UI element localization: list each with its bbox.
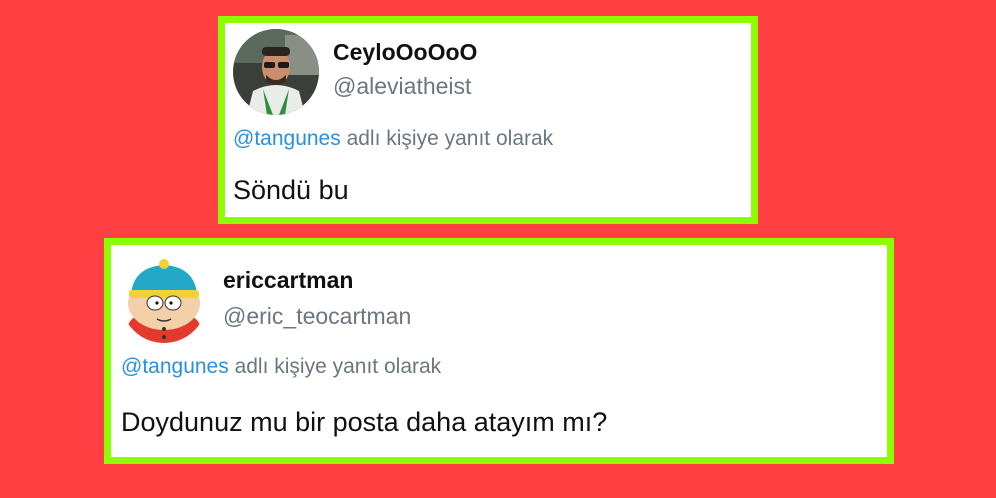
user-handle[interactable]: @eric_teocartman <box>223 303 411 330</box>
user-handle[interactable]: @aleviatheist <box>333 73 471 100</box>
reply-context-text: adlı kişiye yanıt olarak <box>340 127 554 150</box>
display-name[interactable]: CeyloOoOoO <box>333 39 477 66</box>
avatar-cartoon-icon <box>121 257 207 343</box>
tweet-text: Doydunuz mu bir posta daha atayım mı? <box>121 407 608 437</box>
reply-context: @tangunes adlı kişiye yanıt olarak <box>121 355 441 379</box>
tweet-card-2: ericcartman @eric_teocartman @tangunes a… <box>104 238 894 464</box>
avatar[interactable] <box>121 257 207 343</box>
tweet-card-1: CeyloOoOoO @aleviatheist @tangunes adlı … <box>218 16 758 224</box>
reply-context-text: adlı kişiye yanıt olarak <box>228 355 442 378</box>
display-name[interactable]: ericcartman <box>223 267 353 294</box>
avatar[interactable] <box>233 29 319 115</box>
avatar-photo-icon <box>233 29 319 115</box>
reply-mention-link[interactable]: @tangunes <box>121 355 229 378</box>
reply-context: @tangunes adlı kişiye yanıt olarak <box>233 127 553 151</box>
reply-mention-link[interactable]: @tangunes <box>233 127 341 150</box>
tweet-text: Söndü bu <box>233 175 349 205</box>
